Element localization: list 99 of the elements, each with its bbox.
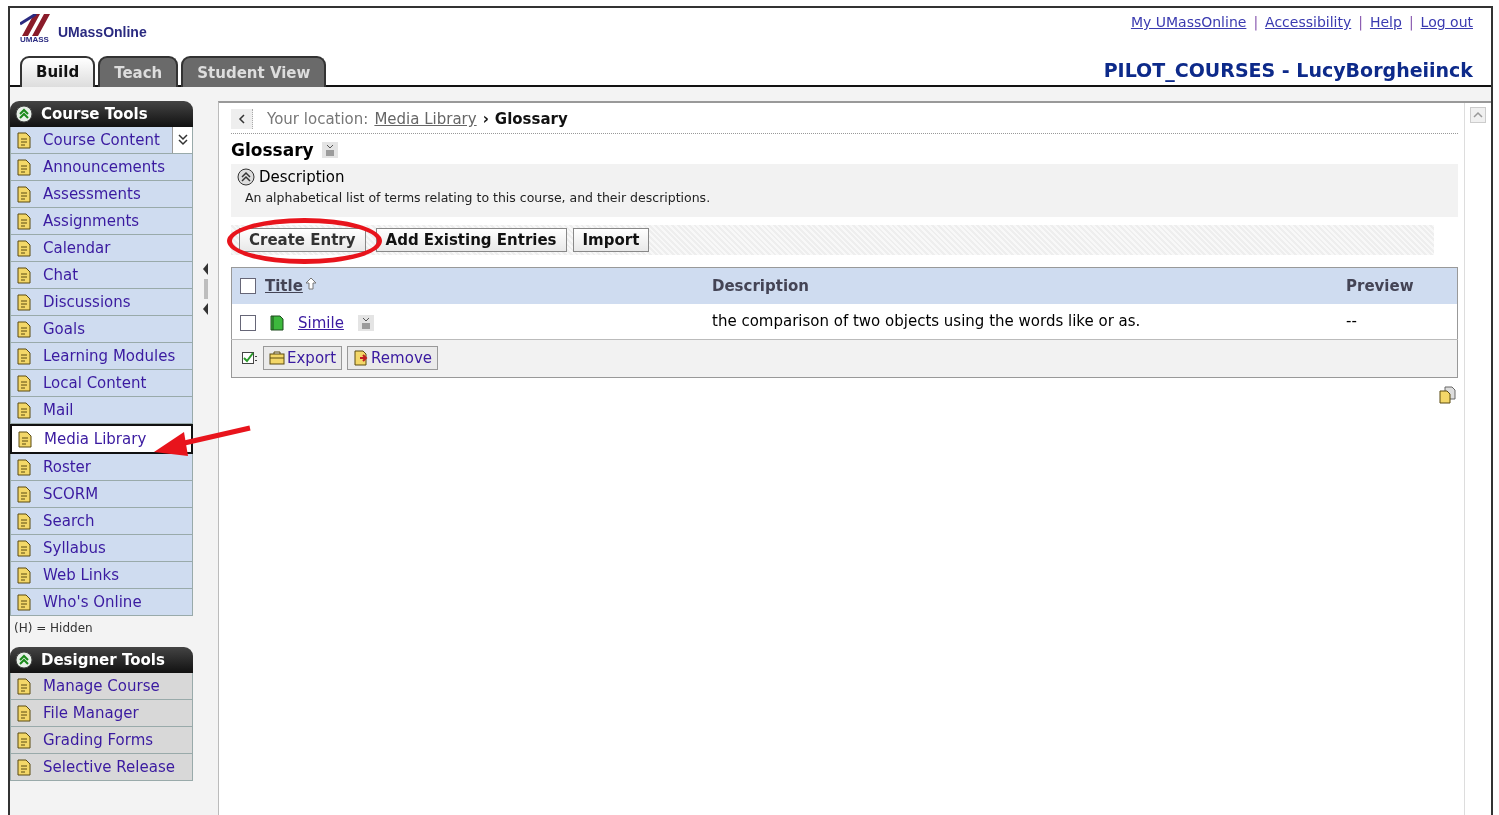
sidebar-item[interactable]: Grading Forms	[11, 727, 192, 753]
chevron-left-icon	[237, 114, 246, 124]
sidebar-item[interactable]: Who's Online	[11, 589, 192, 615]
page-icon	[15, 539, 33, 557]
logo-text: UMassOnline	[58, 24, 147, 40]
page-icon	[15, 131, 33, 149]
sidebar-item[interactable]: SCORM	[11, 481, 192, 507]
sidebar-item[interactable]: Local Content	[11, 370, 192, 396]
collapse-icon	[15, 651, 33, 669]
sidebar-item[interactable]: Assessments	[11, 181, 192, 207]
menu-icon	[357, 314, 374, 331]
collapse-icon	[237, 168, 255, 186]
sidebar-item[interactable]: Selective Release	[11, 754, 192, 780]
page-icon	[16, 430, 34, 448]
sidebar-item[interactable]: Calendar	[11, 235, 192, 261]
page-icon	[15, 266, 33, 284]
collapse-icon	[15, 105, 33, 123]
logo-caption: UMASS	[20, 36, 49, 44]
table-cell: --	[1346, 312, 1357, 331]
section-header[interactable]: Course Tools	[10, 101, 193, 127]
description-text: An alphabetical list of terms relating to this course, and their descriptions.	[244, 190, 712, 205]
column-header: Preview	[1346, 276, 1414, 295]
header-link[interactable]: Log out	[1420, 14, 1473, 30]
table-cell: the comparison of two objects using the words like or as.	[712, 312, 1141, 331]
page-icon	[15, 677, 33, 695]
link-separator: |	[1253, 14, 1259, 30]
sidebar-item[interactable]: Manage Course	[11, 673, 192, 699]
page-icon	[15, 593, 33, 611]
sidebar-item[interactable]: Web Links	[11, 562, 192, 588]
logo-emblem-icon	[20, 14, 52, 36]
checkbox[interactable]	[240, 314, 256, 331]
collapse-handle-icon	[201, 262, 210, 315]
column-header: Description	[712, 276, 810, 295]
tab[interactable]: Build	[20, 56, 96, 87]
toolbar-button[interactable]: Export	[263, 346, 343, 370]
checkbox[interactable]	[240, 278, 256, 295]
page-icon	[15, 731, 33, 749]
sidebar-item[interactable]: File Manager	[11, 700, 192, 726]
page-icon	[15, 758, 33, 776]
sidebar-item[interactable]: Chat	[11, 262, 192, 288]
page-icon	[15, 512, 33, 530]
page-icon	[15, 566, 33, 584]
sidebar-item[interactable]: Goals	[11, 316, 192, 342]
action-button[interactable]: Create Entry	[239, 228, 366, 252]
menu-icon	[321, 142, 338, 158]
scroll-up-icon	[1470, 107, 1486, 123]
column-header-link[interactable]: Title	[265, 276, 303, 295]
page-icon	[15, 374, 33, 392]
sidebar-item[interactable]: Media Library	[12, 426, 191, 452]
page-icon	[15, 212, 33, 230]
page-icon	[15, 347, 33, 365]
page-icon	[15, 293, 33, 311]
sidebar-item[interactable]: Syllabus	[11, 535, 192, 561]
sidebar-item[interactable]: Mail	[11, 397, 192, 423]
page-icon	[15, 458, 33, 476]
sidebar-item[interactable]: Assignments	[11, 208, 192, 234]
breadcrumb-current: Glossary	[494, 110, 568, 128]
breadcrumb-separator: ›	[482, 110, 489, 128]
sidebar-item[interactable]: Roster	[11, 454, 192, 480]
tab[interactable]: Teach	[98, 56, 179, 87]
document-icon	[270, 314, 284, 331]
description-heading: Description	[259, 168, 345, 186]
section-title: Designer Tools	[41, 651, 165, 669]
page-title: Glossary	[231, 140, 314, 160]
page-icon	[15, 320, 33, 338]
copy-pages-icon	[1438, 386, 1456, 404]
header-link[interactable]: My UMassOnline	[1130, 14, 1247, 30]
action-button[interactable]: Add Existing Entries	[375, 228, 567, 252]
sidebar-item[interactable]: Discussions	[11, 289, 192, 315]
link-separator: |	[1358, 14, 1363, 30]
sidebar-item[interactable]: Search	[11, 508, 192, 534]
header-link[interactable]: Help	[1369, 14, 1402, 30]
header-link[interactable]: Accessibility	[1265, 14, 1352, 30]
options-menu-button[interactable]	[321, 142, 338, 158]
menu-toggle[interactable]	[172, 127, 192, 153]
sidebar-item[interactable]: Announcements	[11, 154, 192, 180]
page-icon	[15, 158, 33, 176]
link-separator: |	[1408, 14, 1414, 30]
legend-note: (H) = Hidden	[13, 620, 94, 637]
checkbox-tick-icon	[242, 351, 258, 365]
section-header[interactable]: Designer Tools	[10, 647, 193, 673]
entry-link[interactable]: Simile	[298, 313, 344, 332]
page-icon	[15, 704, 33, 722]
breadcrumb-link[interactable]: Media Library	[374, 110, 477, 128]
tab[interactable]: Student View	[181, 56, 327, 87]
chevron-down-icon	[176, 133, 189, 147]
page-icon	[15, 239, 33, 257]
breadcrumb-label: Your location:	[267, 110, 369, 128]
briefcase-icon	[269, 350, 285, 366]
section-title: Course Tools	[41, 105, 148, 123]
course-title: PILOT_COURSES - LucyBorgheiinck	[1103, 59, 1473, 81]
page-icon	[15, 401, 33, 419]
back-button[interactable]	[231, 109, 253, 129]
page-icon	[15, 485, 33, 503]
toolbar-button[interactable]: Remove	[347, 346, 438, 370]
action-button[interactable]: Import	[572, 228, 650, 252]
sidebar-item[interactable]: Learning Modules	[11, 343, 192, 369]
page-icon	[15, 185, 33, 203]
page-arrow-icon	[353, 350, 370, 366]
